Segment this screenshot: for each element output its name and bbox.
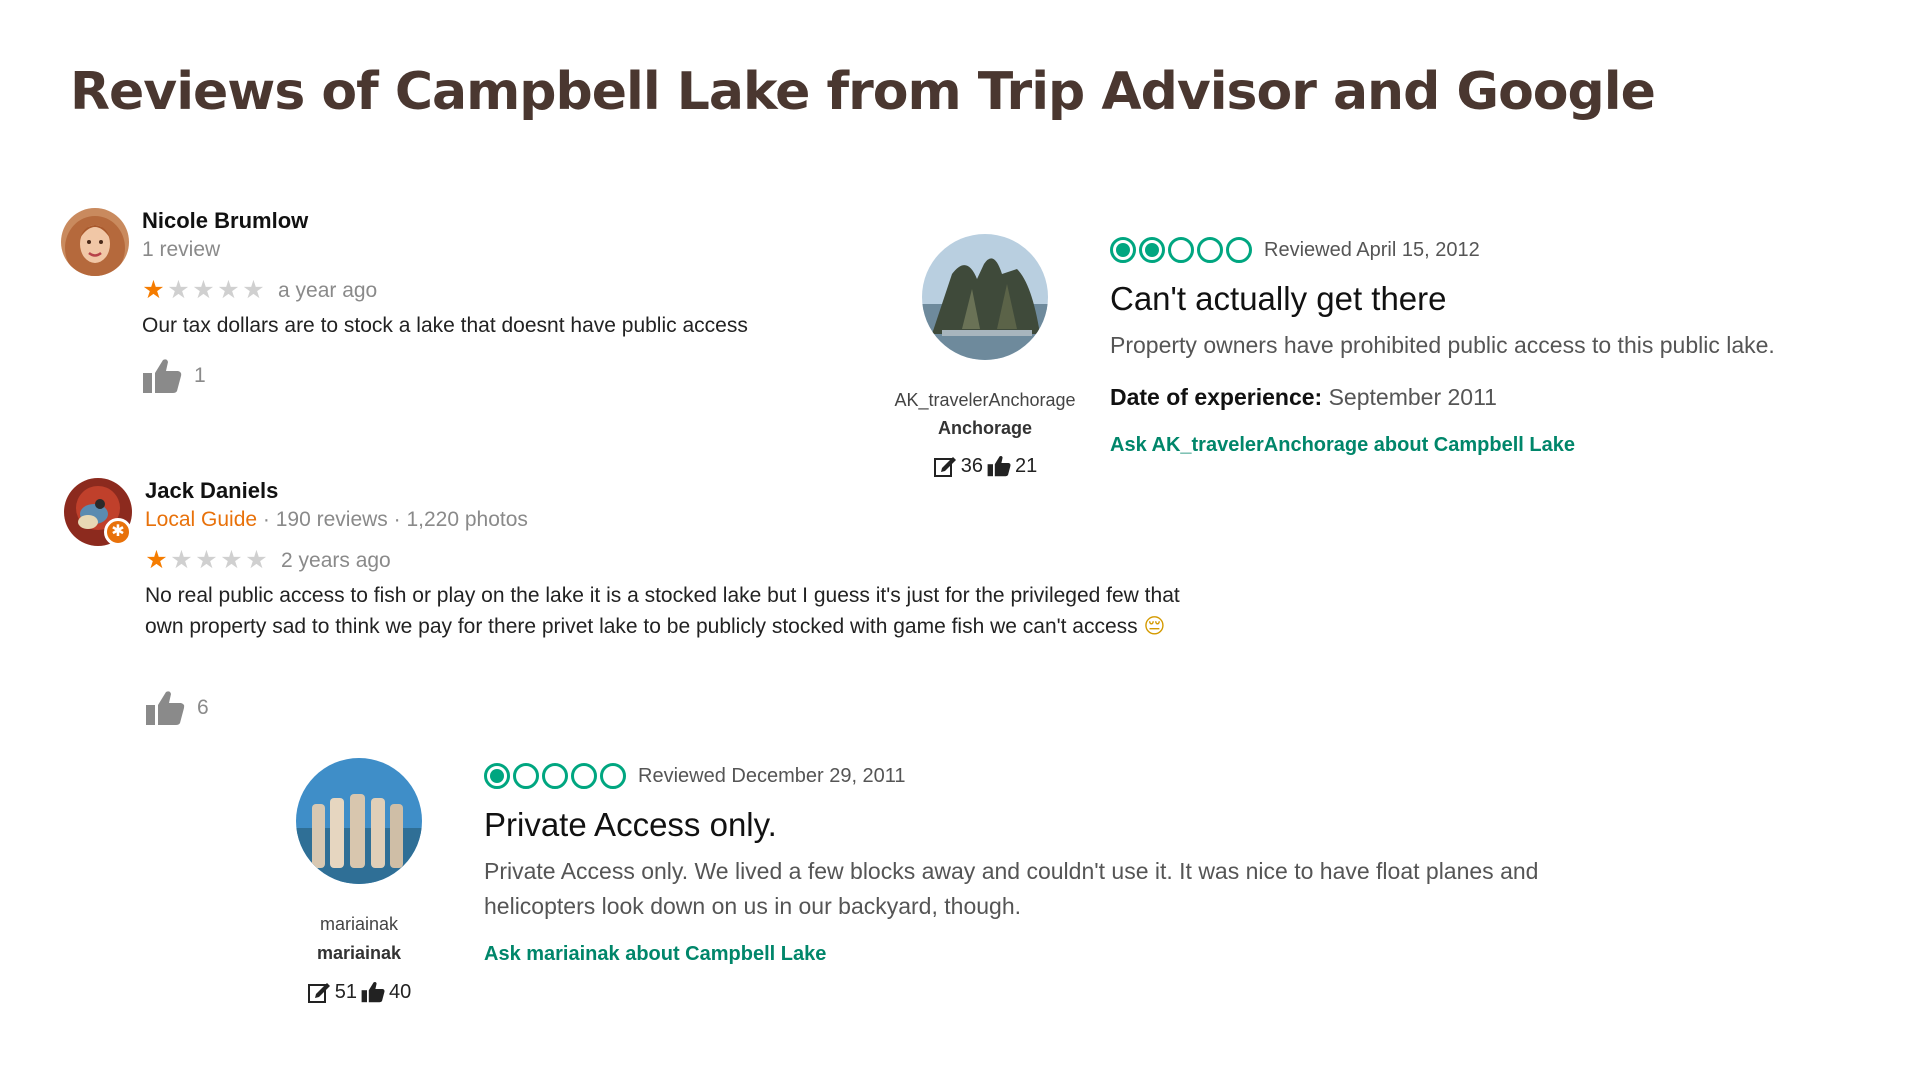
star-icon: ★ <box>242 276 265 304</box>
helpful-votes-icon <box>361 982 385 1003</box>
date-of-experience: Date of experience: September 2011 <box>1110 384 1497 411</box>
local-guide-badge-icon: ✱ <box>104 518 132 546</box>
like-count: 6 <box>197 696 209 719</box>
helpful-votes-count: 40 <box>389 980 412 1003</box>
review-time: 2 years ago <box>281 548 391 572</box>
like-button[interactable]: 1 <box>142 358 206 394</box>
rating-bubble-icon <box>1226 237 1252 263</box>
rating-bubble-icon <box>513 763 539 789</box>
review-count-icon <box>307 983 330 1003</box>
review-time: a year ago <box>278 278 378 302</box>
contribution-count: 36 <box>960 454 983 477</box>
local-guide-label[interactable]: Local Guide <box>145 508 257 531</box>
review-body: Private Access only. We lived a few bloc… <box>484 858 1539 919</box>
reviewer-location: mariainak <box>316 943 402 963</box>
helpful-votes-icon <box>987 456 1011 477</box>
reviewer-name[interactable]: Nicole Brumlow <box>142 208 308 234</box>
avatar[interactable] <box>922 234 1048 360</box>
slide-title: Reviews of Campbell Lake from Trip Advis… <box>70 62 1656 122</box>
bubble-rating <box>1110 237 1252 263</box>
review-date: Reviewed April 15, 2012 <box>1264 238 1480 261</box>
star-icon: ★ <box>195 546 218 574</box>
review-header: Reviewed December 29, 2011 <box>484 763 906 789</box>
review-text: Our tax dollars are to stock a lake that… <box>142 314 748 337</box>
rating-bubble-icon <box>484 763 510 789</box>
reviewer-stats: 51 40 <box>259 980 459 1004</box>
review-text: No real public access to fish or play on… <box>145 580 1185 642</box>
star-rating: ★ ★ ★ ★ ★ a year ago <box>141 278 377 303</box>
review-title[interactable]: Private Access only. <box>484 806 777 844</box>
star-icon: ★ <box>167 276 190 304</box>
avatar[interactable] <box>61 208 129 276</box>
experience-value: September 2011 <box>1322 384 1497 410</box>
star-icon: ★ <box>220 546 243 574</box>
star-icon: ★ <box>142 276 165 304</box>
contribution-count: 51 <box>334 980 357 1003</box>
star-icon: ★ <box>245 546 268 574</box>
reviewer-meta[interactable]: 1 review <box>142 238 220 262</box>
review-date: Reviewed December 29, 2011 <box>638 764 906 787</box>
reviewer-location: Anchorage <box>937 418 1033 438</box>
rating-bubble-icon <box>542 763 568 789</box>
star-icon: ★ <box>192 276 215 304</box>
rating-bubble-icon <box>571 763 597 789</box>
star-icon: ★ <box>145 546 168 574</box>
review-body: Property owners have prohibited public a… <box>1110 332 1775 358</box>
review-body: No real public access to fish or play on… <box>145 584 1180 638</box>
reviewer-name[interactable]: Jack Daniels <box>145 478 278 504</box>
thumbs-up-icon[interactable] <box>142 358 182 394</box>
rating-bubble-icon <box>1168 237 1194 263</box>
review-count-icon <box>933 457 956 477</box>
sad-face-emoji: 😔 <box>1143 614 1166 638</box>
star-icon: ★ <box>217 276 240 304</box>
helpful-votes-count: 21 <box>1015 454 1038 477</box>
reviewer-username[interactable]: mariainak <box>259 914 459 935</box>
reviewer-stats: 36 21 <box>885 454 1085 478</box>
reviewer-username[interactable]: AK_travelerAnchorage <box>885 390 1085 411</box>
rating-bubble-icon <box>1110 237 1136 263</box>
rating-bubble-icon <box>600 763 626 789</box>
star-rating: ★ ★ ★ ★ ★ 2 years ago <box>144 546 391 574</box>
reviewer-stats: · 190 reviews · 1,220 photos <box>257 508 528 531</box>
experience-label: Date of experience: <box>1110 384 1323 410</box>
ask-reviewer-link[interactable]: Ask AK_travelerAnchorage about Campbell … <box>1110 434 1575 457</box>
bubble-rating <box>484 763 626 789</box>
review-title[interactable]: Can't actually get there <box>1110 280 1447 318</box>
review-header: Reviewed April 15, 2012 <box>1110 237 1480 263</box>
like-count: 1 <box>194 364 206 387</box>
reviewer-meta: Local Guide · 190 reviews · 1,220 photos <box>145 508 528 532</box>
star-icon: ★ <box>170 546 193 574</box>
thumbs-up-icon[interactable] <box>145 690 185 726</box>
rating-bubble-icon <box>1197 237 1223 263</box>
rating-bubble-icon <box>1139 237 1165 263</box>
like-button[interactable]: 6 <box>145 690 209 726</box>
ask-reviewer-link[interactable]: Ask mariainak about Campbell Lake <box>484 943 826 966</box>
avatar[interactable] <box>296 758 422 884</box>
